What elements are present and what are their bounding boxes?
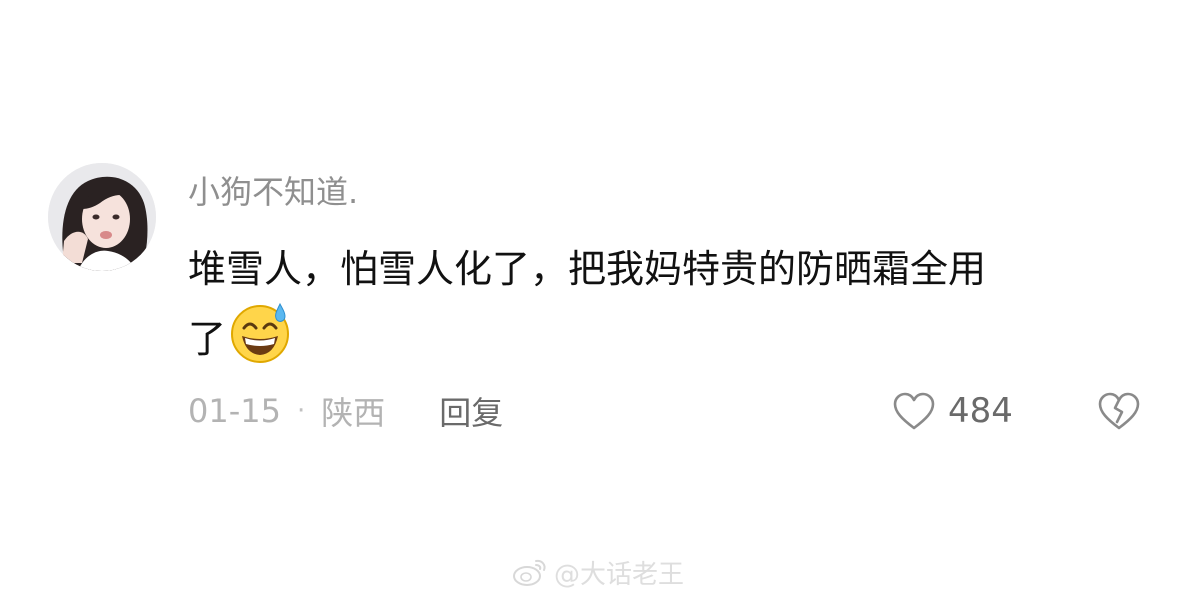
- heart-outline-icon: [893, 392, 935, 430]
- like-button[interactable]: 484: [892, 386, 1013, 436]
- comment-date: 01-15: [188, 392, 281, 430]
- dislike-button[interactable]: [1097, 389, 1141, 433]
- username[interactable]: 小狗不知道.: [188, 170, 358, 214]
- avatar-photo-icon: [48, 163, 156, 271]
- reply-button[interactable]: 回复: [439, 388, 503, 434]
- comment-text-line-2-text: 了: [188, 317, 227, 361]
- comment-text-line-1: 堆雪人，怕雪人化了，把我妈特贵的防晒霜全用: [188, 247, 987, 291]
- watermark-text: @大话老王: [554, 559, 685, 590]
- broken-heart-outline-icon: [1098, 392, 1140, 430]
- comment-text: 堆雪人，怕雪人化了，把我妈特贵的防晒霜全用 了: [188, 238, 1148, 370]
- comment-text-line-2: 了: [188, 300, 1148, 370]
- grinning-sweat-emoji-icon: [231, 302, 290, 363]
- weibo-logo-icon: [513, 559, 546, 586]
- watermark: @大话老王: [512, 552, 684, 592]
- user-avatar[interactable]: [48, 163, 156, 271]
- comment-meta: 01-15 · 陕西 回复: [188, 386, 503, 436]
- comment-item: 小狗不知道. 堆雪人，怕雪人化了，把我妈特贵的防晒霜全用 了 01-15 · 陕…: [0, 0, 1200, 600]
- meta-separator: ·: [296, 396, 306, 426]
- comment-location: 陕西: [321, 394, 386, 432]
- like-count: 484: [948, 391, 1013, 431]
